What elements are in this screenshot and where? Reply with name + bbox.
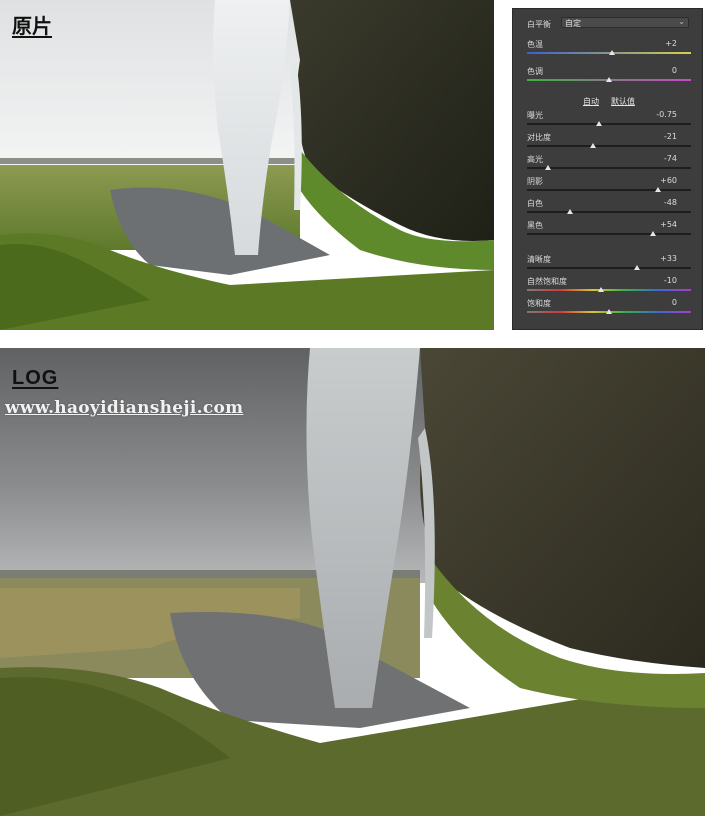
slider-shadows-label: 阴影 [527,177,543,186]
slider-exposure-label: 曝光 [527,111,543,120]
slider-whites-thumb[interactable] [566,209,573,214]
slider-contrast-track[interactable] [527,145,691,147]
slider-whites-label: 白色 [527,199,543,208]
slider-vibrance-label: 自然饱和度 [527,277,567,286]
watermark-url: www.haoyidiansheji.com [5,398,244,418]
slider-tint[interactable]: 色调 0 [527,66,691,88]
slider-shadows-thumb[interactable] [655,187,662,192]
slider-whites-value[interactable]: -48 [664,198,677,207]
slider-tint-label: 色调 [527,67,543,76]
log-label: LOG [12,367,59,389]
slider-vibrance-thumb[interactable] [597,287,604,292]
slider-blacks-thumb[interactable] [650,231,657,236]
slider-clarity[interactable]: 清晰度 +33 [527,254,691,276]
slider-shadows[interactable]: 阴影 +60 [527,176,691,198]
slider-exposure-value[interactable]: -0.75 [656,110,677,119]
slider-whites[interactable]: 白色 -48 [527,198,691,220]
slider-exposure-thumb[interactable] [596,121,603,126]
original-photo [0,0,494,330]
log-photo [0,348,705,816]
slider-highlights-track[interactable] [527,167,691,169]
slider-saturation-thumb[interactable] [606,309,612,314]
slider-temperature-thumb[interactable] [609,50,616,55]
slider-saturation-value[interactable]: 0 [672,298,677,307]
slider-shadows-value[interactable]: +60 [660,176,677,185]
white-balance-row: 白平衡 [527,19,551,30]
slider-saturation-label: 饱和度 [527,299,551,308]
chevron-down-icon: ⌄ [678,17,685,26]
slider-highlights-value[interactable]: -74 [664,154,677,163]
default-button[interactable]: 默认值 [611,96,635,107]
slider-contrast-label: 对比度 [527,133,551,142]
camera-raw-panel: 白平衡 自定 ⌄ 色温 +2 色调 0 自动 默认值 曝光 -0.75 对比度 -21 高光 -… [512,8,703,330]
slider-tint-thumb[interactable] [606,77,612,82]
slider-temperature-label: 色温 [527,40,543,49]
slider-blacks-label: 黑色 [527,221,543,230]
slider-exposure-track[interactable] [527,123,691,125]
slider-highlights-thumb[interactable] [545,165,552,170]
white-balance-select[interactable]: 自定 ⌄ [561,17,689,28]
slider-saturation[interactable]: 饱和度 0 [527,298,691,320]
slider-clarity-track[interactable] [527,267,691,269]
slider-contrast-value[interactable]: -21 [664,132,677,141]
slider-highlights-label: 高光 [527,155,543,164]
slider-tint-value[interactable]: 0 [672,66,677,75]
slider-temperature[interactable]: 色温 +2 [527,39,691,61]
slider-whites-track[interactable] [527,211,691,213]
slider-vibrance-value[interactable]: -10 [664,276,677,285]
slider-clarity-thumb[interactable] [633,265,640,270]
slider-clarity-value[interactable]: +33 [660,254,677,263]
original-label: 原片 [12,14,52,38]
white-balance-label: 白平衡 [527,20,551,29]
slider-clarity-label: 清晰度 [527,255,551,264]
white-balance-value: 自定 [565,19,581,28]
slider-vibrance[interactable]: 自然饱和度 -10 [527,276,691,298]
slider-blacks-track[interactable] [527,233,691,235]
slider-vibrance-track[interactable] [527,289,691,291]
slider-contrast-thumb[interactable] [589,143,596,148]
auto-button[interactable]: 自动 [583,96,599,107]
slider-highlights[interactable]: 高光 -74 [527,154,691,176]
slider-blacks-value[interactable]: +54 [660,220,677,229]
slider-contrast[interactable]: 对比度 -21 [527,132,691,154]
slider-temperature-value[interactable]: +2 [665,39,677,48]
slider-shadows-track[interactable] [527,189,691,191]
slider-exposure[interactable]: 曝光 -0.75 [527,110,691,132]
auto-default-row: 自动 默认值 [583,96,635,107]
slider-blacks[interactable]: 黑色 +54 [527,220,691,242]
